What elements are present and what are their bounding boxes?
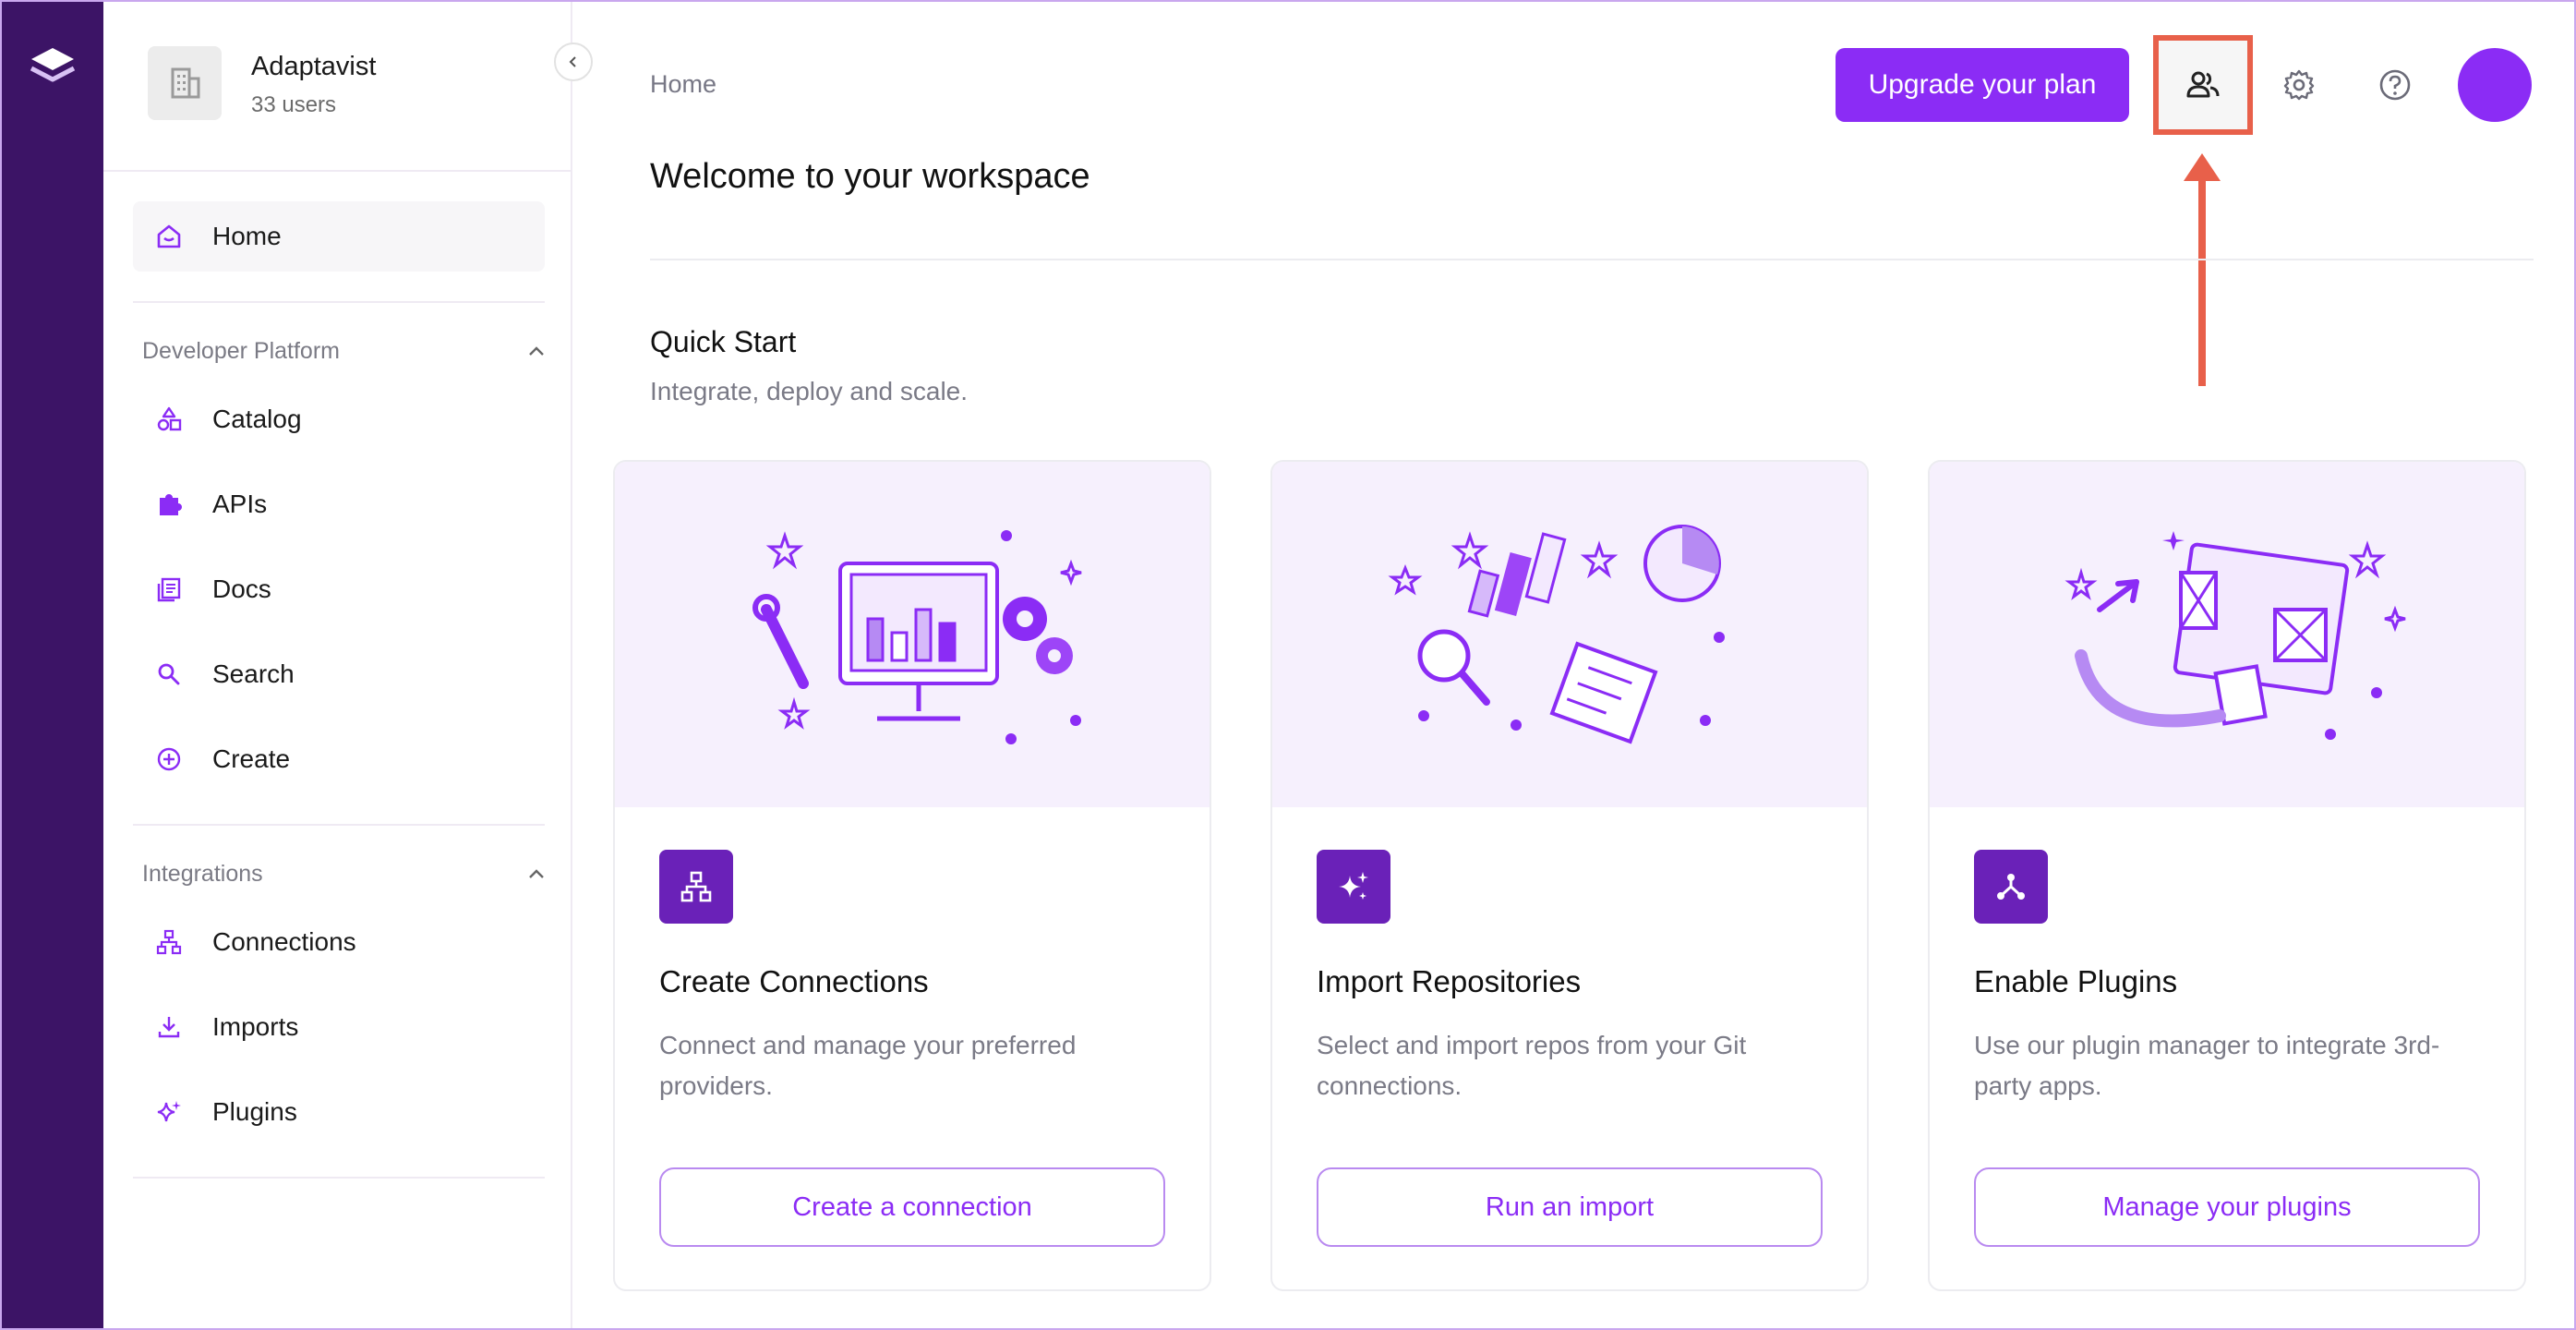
sidebar-divider: [133, 824, 545, 826]
sparkle-icon: [1317, 850, 1390, 924]
sidebar-item-label: Home: [212, 222, 282, 250]
chevron-up-icon: [529, 869, 544, 878]
manage-plugins-button[interactable]: Manage your plugins: [1974, 1167, 2480, 1247]
sidebar-item-apis[interactable]: APIs: [133, 469, 545, 539]
app-window: Adaptavist 33 users Home Developer Platf…: [0, 0, 2576, 1330]
section-title: Developer Platform: [142, 337, 340, 364]
settings-button[interactable]: [2262, 48, 2336, 122]
section-header-developer-platform[interactable]: Developer Platform: [142, 332, 545, 369]
upgrade-plan-button[interactable]: Upgrade your plan: [1836, 48, 2129, 122]
sidebar-item-create[interactable]: Create: [133, 724, 545, 794]
card-title: Import Repositories: [1317, 964, 1582, 998]
sidebar-item-label: Search: [212, 659, 295, 688]
workspace-name: Adaptavist: [251, 52, 377, 81]
sidebar-item-label: APIs: [212, 490, 268, 518]
computer-gears-illustration-icon: [752, 530, 1082, 744]
users-icon: [2186, 71, 2220, 98]
sidebar-divider: [133, 301, 545, 303]
sidebar-item-catalog[interactable]: Catalog: [133, 384, 545, 454]
card-description: Use our plugin manager to integrate 3rd-…: [1974, 1031, 2440, 1100]
section-title: Integrations: [142, 860, 263, 887]
gear-icon: [2283, 69, 2315, 101]
sidebar-item-docs[interactable]: Docs: [133, 554, 545, 624]
docs-icon: [153, 574, 185, 605]
chevron-up-icon: [529, 346, 544, 356]
chevron-left-icon: [569, 56, 576, 67]
card-description: Select and import repos from your Git co…: [1317, 1031, 1747, 1100]
sidebar-item-label: Docs: [212, 574, 271, 603]
puzzle-icon: [153, 489, 185, 520]
card-title: Enable Plugins: [1974, 964, 2178, 998]
breadcrumb[interactable]: Home: [650, 70, 716, 99]
hierarchy-icon: [153, 926, 185, 958]
card-import-repositories: Import Repositories Select and import re…: [1270, 460, 1869, 1291]
annotation-arrow-icon: [2184, 153, 2221, 386]
plugin-fork-icon: [1974, 850, 2048, 924]
card-title: Create Connections: [659, 964, 929, 998]
help-button[interactable]: [2358, 48, 2432, 122]
plus-circle-icon: [153, 744, 185, 775]
app-logo-icon[interactable]: [28, 42, 78, 89]
sidebar-item-label: Plugins: [212, 1097, 297, 1126]
users-button[interactable]: [2166, 48, 2240, 122]
home-icon: [153, 221, 185, 252]
sidebar-divider: [133, 1177, 545, 1179]
hierarchy-icon: [659, 850, 733, 924]
sidebar-item-imports[interactable]: Imports: [133, 992, 545, 1062]
sidebar-item-label: Catalog: [212, 405, 302, 433]
help-icon: [2379, 69, 2411, 101]
catalog-icon: [153, 404, 185, 435]
card-illustration: [615, 462, 1210, 807]
download-icon: [153, 1011, 185, 1043]
quick-start-subtitle: Integrate, deploy and scale.: [650, 377, 969, 405]
sidebar-item-connections[interactable]: Connections: [133, 907, 545, 977]
search-icon: [153, 659, 185, 690]
card-create-connections: Create Connections Connect and manage yo…: [613, 460, 1211, 1291]
app-rail: [2, 2, 103, 1328]
user-avatar[interactable]: [2458, 48, 2532, 122]
sidebar: Adaptavist 33 users Home Developer Platf…: [103, 2, 593, 1328]
workspace-switcher[interactable]: Adaptavist 33 users: [148, 46, 536, 124]
title-divider: [650, 259, 2534, 260]
sparkle-icon: [153, 1096, 185, 1128]
sidebar-item-label: Connections: [212, 927, 356, 956]
run-import-button[interactable]: Run an import: [1317, 1167, 1823, 1247]
analytics-illustration-icon: [1388, 525, 1725, 744]
workspace-user-count: 33 users: [251, 92, 337, 117]
card-description: Connect and manage your preferred provid…: [659, 1031, 1077, 1100]
create-connection-button[interactable]: Create a connection: [659, 1167, 1165, 1247]
building-icon: [148, 46, 222, 120]
section-header-integrations[interactable]: Integrations: [142, 855, 545, 892]
sidebar-divider: [103, 170, 571, 172]
sidebar-item-home[interactable]: Home: [133, 201, 545, 272]
collapse-sidebar-button[interactable]: [554, 42, 593, 81]
card-illustration: [1930, 462, 2524, 807]
sidebar-item-search[interactable]: Search: [133, 639, 545, 709]
sidebar-item-label: Imports: [212, 1012, 299, 1041]
quick-start-title: Quick Start: [650, 325, 797, 358]
card-illustration: [1272, 462, 1867, 807]
main-content: Home Welcome to your workspace Upgrade y…: [572, 2, 2574, 1328]
plugins-windows-illustration-icon: [2064, 531, 2406, 740]
sidebar-item-label: Create: [212, 744, 291, 773]
sidebar-item-plugins[interactable]: Plugins: [133, 1077, 545, 1147]
card-enable-plugins: Enable Plugins Use our plugin manager to…: [1928, 460, 2526, 1291]
page-title: Welcome to your workspace: [650, 157, 1090, 196]
